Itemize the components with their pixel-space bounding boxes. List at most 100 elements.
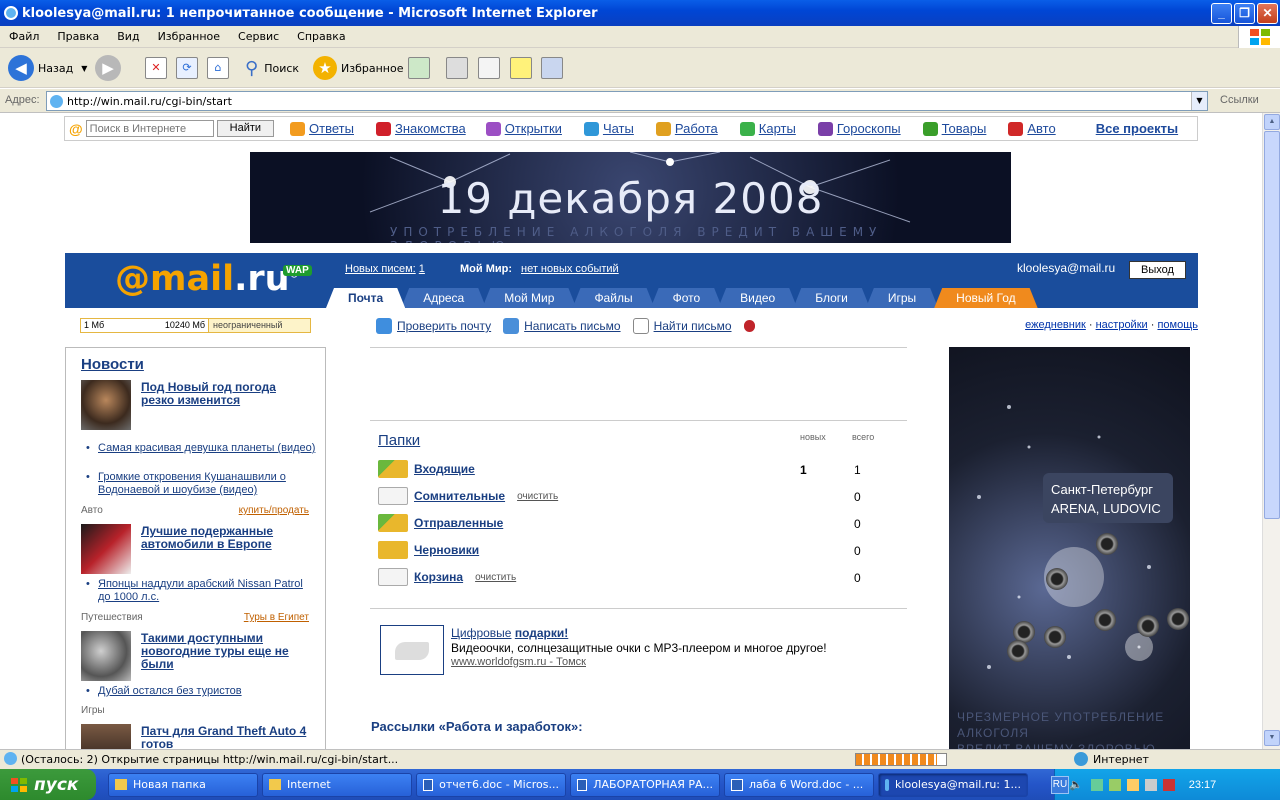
- address-input[interactable]: http://win.mail.ru/cgi-bin/start ▼: [46, 91, 1208, 111]
- nav-answers[interactable]: Ответы: [290, 121, 354, 136]
- tab-new-year[interactable]: Новый Год: [934, 288, 1037, 308]
- exit-button[interactable]: Выход: [1129, 261, 1186, 279]
- menu-edit[interactable]: Правка: [48, 30, 108, 43]
- tray-app-icon[interactable]: [1126, 778, 1139, 791]
- side-ad-banner[interactable]: Санкт-Петербург ARENA, LUDOVIC ЧРЕЗМЕРНО…: [949, 347, 1190, 749]
- nav-maps[interactable]: Карты: [739, 121, 796, 136]
- travel-photo[interactable]: [81, 631, 131, 681]
- travel-lead-link[interactable]: Такими доступными новогодние туры еще не…: [141, 632, 301, 671]
- web-search-button[interactable]: Найти: [216, 120, 275, 137]
- volume-icon[interactable]: 🔈: [1069, 778, 1083, 791]
- tab-games[interactable]: Игры: [866, 288, 938, 308]
- tray-app-icon[interactable]: [1090, 778, 1103, 791]
- tab-blogs[interactable]: Блоги: [793, 288, 870, 308]
- check-mail-button[interactable]: Проверить почту: [376, 318, 491, 334]
- tab-addresses[interactable]: Адреса: [401, 288, 486, 308]
- chevron-down-icon[interactable]: ▼: [81, 64, 87, 73]
- tray-app-icon[interactable]: [1108, 778, 1121, 791]
- taskbar-item-word2[interactable]: ЛАБОРАТОРНАЯ РА...: [570, 772, 720, 797]
- minimize-button[interactable]: _: [1211, 3, 1232, 24]
- search-button[interactable]: ⚲ Поиск: [245, 53, 299, 83]
- taskbar-item-internet[interactable]: Internet: [262, 772, 412, 797]
- discuss-button[interactable]: [510, 53, 532, 83]
- menu-tools[interactable]: Сервис: [229, 30, 288, 43]
- tab-photo[interactable]: Фото: [651, 288, 723, 308]
- tab-mail[interactable]: Почта: [326, 288, 405, 308]
- nav-goods[interactable]: Товары: [922, 121, 986, 136]
- games-lead-link[interactable]: Патч для Grand Theft Auto 4 готов: [141, 725, 321, 750]
- find-letter-button[interactable]: Найти письмо: [632, 318, 732, 334]
- auto-news-item[interactable]: Японцы наддули арабский Nissan Patrol до…: [86, 578, 318, 604]
- tab-files[interactable]: Файлы: [572, 288, 654, 308]
- maximize-button[interactable]: ❐: [1234, 3, 1255, 24]
- travel-news-item[interactable]: Дубай остался без туристов: [86, 685, 318, 698]
- tray-app-icon[interactable]: [1144, 778, 1157, 791]
- folder-row-trash[interactable]: Корзина очистить: [378, 568, 516, 586]
- tab-my-world[interactable]: Мой Мир: [482, 288, 576, 308]
- promo-url[interactable]: www.worldofgsm.ru - Томск: [451, 656, 586, 668]
- links-label[interactable]: Ссылки: [1220, 94, 1259, 106]
- folder-row-inbox[interactable]: Входящие: [378, 460, 475, 478]
- language-indicator[interactable]: RU: [1051, 775, 1069, 794]
- egypt-tours-link[interactable]: Туры в Египет: [244, 612, 309, 623]
- nav-all-projects[interactable]: Все проекты: [1096, 121, 1178, 136]
- forward-button[interactable]: ▶: [95, 53, 121, 83]
- folder-row-drafts[interactable]: Черновики: [378, 541, 479, 559]
- nav-postcards[interactable]: Открытки: [485, 121, 562, 136]
- auto-lead-link[interactable]: Лучшие подержанные автомобили в Европе: [141, 525, 301, 551]
- menu-help[interactable]: Справка: [288, 30, 354, 43]
- folder-row-sent[interactable]: Отправленные: [378, 514, 503, 532]
- taskbar-item-folder[interactable]: Новая папка: [108, 772, 258, 797]
- news-photo[interactable]: [81, 380, 131, 430]
- menu-favorites[interactable]: Избранное: [149, 30, 229, 43]
- settings-link[interactable]: настройки: [1096, 319, 1148, 331]
- nav-dating[interactable]: Знакомства: [375, 121, 466, 136]
- promo-image[interactable]: [380, 625, 444, 675]
- stop-button[interactable]: ✕: [145, 53, 167, 83]
- nav-horoscopes[interactable]: Гороскопы: [817, 121, 901, 136]
- news-title[interactable]: Новости: [81, 356, 144, 373]
- taskbar-item-word3[interactable]: лаба 6 Word.doc - ...: [724, 772, 874, 797]
- new-letters-info[interactable]: Новых писем: 1: [345, 263, 425, 275]
- clear-spam-link[interactable]: очистить: [517, 491, 558, 502]
- refresh-button[interactable]: ⟳: [176, 53, 198, 83]
- my-world-link[interactable]: нет новых событий: [521, 263, 619, 275]
- scroll-thumb[interactable]: [1264, 131, 1280, 519]
- promo-title[interactable]: Цифровые подарки!: [451, 626, 568, 640]
- banner-ad[interactable]: 19 декабря 2008 УПОТРЕБЛЕНИЕ АЛКОГОЛЯ ВР…: [250, 152, 1011, 243]
- scroll-up-icon[interactable]: ▲: [1264, 114, 1280, 130]
- back-button[interactable]: ◀ Назад ▼: [8, 53, 87, 83]
- compose-button[interactable]: Написать письмо: [503, 318, 621, 334]
- nav-jobs[interactable]: Работа: [655, 121, 718, 136]
- favorites-button[interactable]: ★ Избранное: [313, 53, 403, 83]
- folders-title[interactable]: Папки: [378, 432, 420, 449]
- auto-buy-sell-link[interactable]: купить/продать: [239, 505, 309, 516]
- taskbar-item-word1[interactable]: отчет6.doc - Micros...: [416, 772, 566, 797]
- edit-button[interactable]: [478, 53, 500, 83]
- wap-badge[interactable]: WAP: [283, 265, 312, 276]
- nav-chats[interactable]: Чаты: [583, 121, 634, 136]
- home-button[interactable]: ⌂: [207, 53, 229, 83]
- clear-trash-link[interactable]: очистить: [475, 572, 516, 583]
- scroll-down-icon[interactable]: ▼: [1264, 730, 1280, 746]
- start-button[interactable]: пуск: [0, 769, 96, 800]
- menu-file[interactable]: Файл: [0, 30, 48, 43]
- games-photo[interactable]: [81, 724, 131, 749]
- web-search-input[interactable]: [85, 120, 214, 137]
- help-link[interactable]: помощь: [1157, 319, 1198, 331]
- taskbar-item-ie[interactable]: kloolesya@mail.ru: 1...: [878, 772, 1028, 797]
- history-button[interactable]: [408, 53, 430, 83]
- print-button[interactable]: [446, 53, 468, 83]
- tab-video[interactable]: Видео: [718, 288, 797, 308]
- news-lead-link[interactable]: Под Новый год погода резко изменится: [141, 381, 301, 407]
- nav-auto[interactable]: Авто: [1008, 121, 1056, 136]
- mailru-logo[interactable]: @mail.ru®: [115, 259, 299, 299]
- menu-view[interactable]: Вид: [108, 30, 148, 43]
- news-item[interactable]: Громкие откровения Кушанашвили о Водонае…: [86, 471, 318, 497]
- tray-app-icon[interactable]: [1162, 778, 1175, 791]
- address-dropdown-icon[interactable]: ▼: [1191, 92, 1207, 110]
- research-button[interactable]: [541, 53, 563, 83]
- vertical-scrollbar[interactable]: ▲ ▼: [1262, 113, 1280, 749]
- auto-photo[interactable]: [81, 524, 131, 574]
- diary-link[interactable]: ежедневник: [1025, 319, 1086, 331]
